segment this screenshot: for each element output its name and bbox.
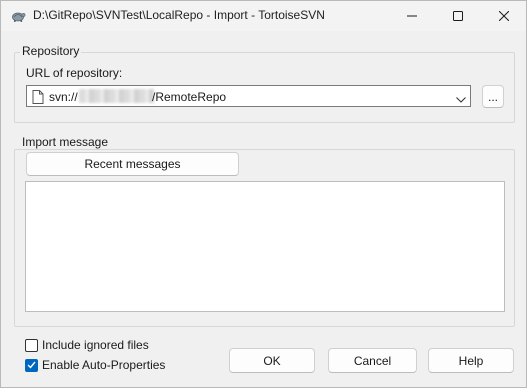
tortoise-icon (10, 8, 26, 24)
include-ignored-label: Include ignored files (42, 338, 149, 352)
minimize-button[interactable] (389, 1, 435, 31)
url-suffix: /RemoteRepo (152, 90, 227, 104)
file-icon (32, 90, 44, 107)
auto-properties-label: Enable Auto-Properties (42, 358, 166, 372)
help-button[interactable]: Help (428, 348, 514, 373)
import-message-group-title: Import message (20, 135, 111, 149)
redacted-host (79, 89, 154, 103)
import-message-textarea[interactable] (25, 181, 505, 312)
ok-button[interactable]: OK (229, 348, 315, 373)
maximize-button[interactable] (435, 1, 481, 31)
title-bar[interactable]: D:\GitRepo\SVNTest\LocalRepo - Import - … (1, 1, 526, 31)
url-label: URL of repository: (26, 66, 123, 80)
import-dialog: D:\GitRepo\SVNTest\LocalRepo - Import - … (0, 0, 527, 388)
cancel-button[interactable]: Cancel (328, 348, 417, 373)
close-button[interactable] (481, 1, 527, 31)
url-prefix: svn:// (49, 90, 78, 104)
minimize-icon (407, 11, 417, 21)
chevron-down-icon[interactable] (456, 92, 466, 106)
checkbox-checked[interactable] (25, 358, 38, 372)
repository-group-title: Repository (20, 44, 82, 58)
browse-button[interactable]: ... (482, 85, 504, 108)
close-icon (499, 11, 509, 21)
include-ignored-checkbox[interactable]: Include ignored files (25, 337, 149, 353)
recent-messages-button[interactable]: Recent messages (26, 152, 239, 176)
window-title: D:\GitRepo\SVNTest\LocalRepo - Import - … (33, 8, 325, 22)
maximize-icon (453, 11, 463, 21)
checkbox-unchecked[interactable] (25, 338, 38, 352)
url-combobox[interactable]: svn:// /RemoteRepo (26, 85, 471, 107)
checkmark-icon (27, 358, 36, 372)
auto-properties-checkbox[interactable]: Enable Auto-Properties (25, 357, 165, 373)
